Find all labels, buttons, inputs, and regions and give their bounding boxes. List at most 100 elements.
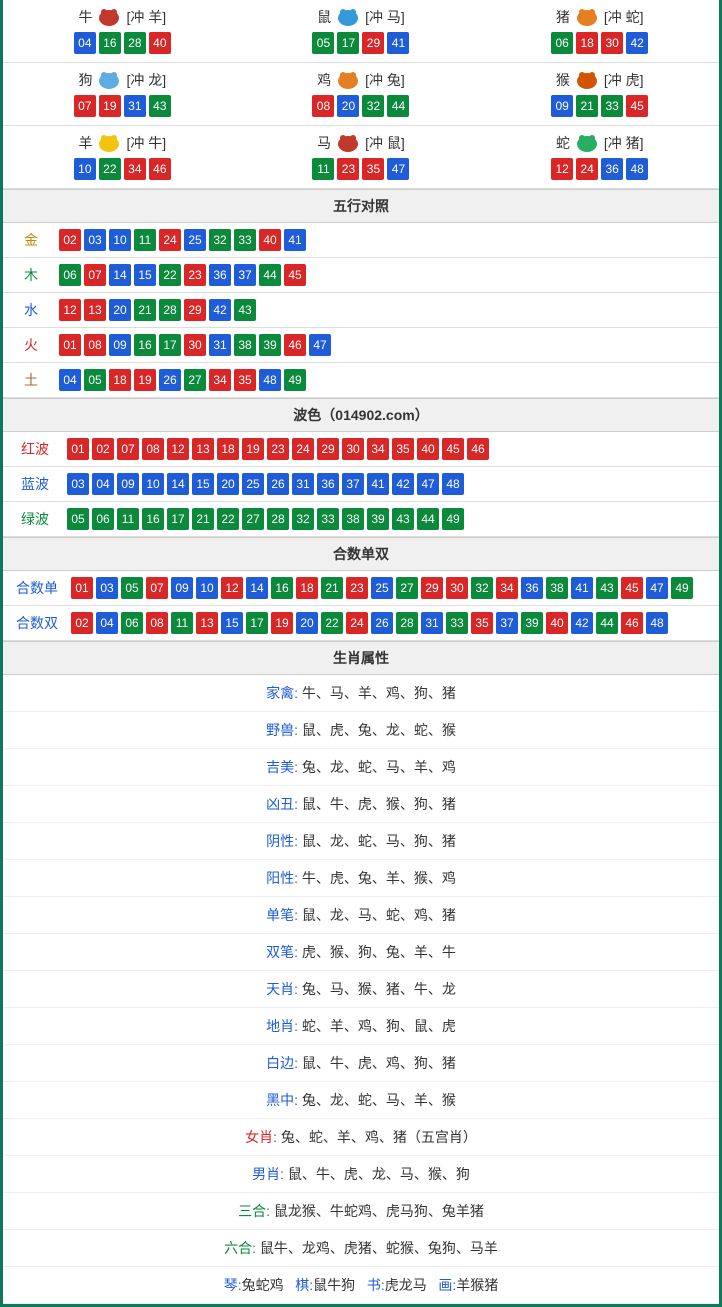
attr-text: 鼠牛狗 — [313, 1277, 367, 1293]
zodiac-name: 鼠 — [317, 7, 331, 27]
attr-label: 双笔: — [266, 944, 298, 960]
row-balls: 0108091617303138394647 — [59, 334, 331, 356]
number-ball: 12 — [167, 438, 189, 460]
number-ball: 28 — [159, 299, 181, 321]
number-ball: 22 — [321, 612, 343, 634]
number-ball: 09 — [171, 577, 193, 599]
number-ball: 46 — [467, 438, 489, 460]
number-ball: 44 — [596, 612, 618, 634]
number-ball: 07 — [84, 264, 106, 286]
zodiac-icon — [572, 6, 602, 28]
zodiac-balls: 06183042 — [484, 32, 715, 54]
zodiac-name: 马 — [317, 133, 331, 153]
number-ball: 41 — [571, 577, 593, 599]
number-ball: 49 — [442, 508, 464, 530]
number-ball: 13 — [192, 438, 214, 460]
number-ball: 17 — [159, 334, 181, 356]
attr-section: 家禽: 牛、马、羊、鸡、狗、猪野兽: 鼠、虎、兔、龙、蛇、猴吉美: 兔、龙、蛇、… — [3, 675, 719, 1304]
row-label: 土 — [11, 370, 51, 390]
zodiac-balls: 04162840 — [7, 32, 238, 54]
number-ball: 20 — [217, 473, 239, 495]
number-ball: 35 — [234, 369, 256, 391]
number-ball: 13 — [196, 612, 218, 634]
row-balls: 0102070812131819232429303435404546 — [67, 438, 489, 460]
row-label: 绿波 — [11, 509, 59, 529]
attr-text: 兔蛇鸡 — [242, 1277, 296, 1293]
number-ball: 42 — [209, 299, 231, 321]
number-ball: 40 — [417, 438, 439, 460]
zodiac-name: 猪 — [556, 7, 570, 27]
number-ball: 46 — [621, 612, 643, 634]
number-ball: 27 — [396, 577, 418, 599]
number-ball: 30 — [446, 577, 468, 599]
number-ball: 09 — [117, 473, 139, 495]
number-ball: 19 — [134, 369, 156, 391]
number-ball: 19 — [242, 438, 264, 460]
number-ball: 35 — [362, 158, 384, 180]
number-ball: 31 — [421, 612, 443, 634]
number-ball: 29 — [421, 577, 443, 599]
number-ball: 34 — [124, 158, 146, 180]
number-ball: 10 — [196, 577, 218, 599]
number-ball: 15 — [192, 473, 214, 495]
row-label: 木 — [11, 265, 51, 285]
zodiac-clash: [冲 马] — [365, 7, 405, 27]
attr-label: 单笔: — [266, 907, 298, 923]
number-ball: 06 — [121, 612, 143, 634]
number-ball: 32 — [471, 577, 493, 599]
number-ball: 19 — [99, 95, 121, 117]
number-ball: 04 — [74, 32, 96, 54]
number-ball: 22 — [217, 508, 239, 530]
number-ball: 32 — [362, 95, 384, 117]
number-ball: 34 — [367, 438, 389, 460]
number-ball: 02 — [71, 612, 93, 634]
number-ball: 17 — [337, 32, 359, 54]
number-ball: 27 — [242, 508, 264, 530]
zodiac-name: 牛 — [78, 7, 92, 27]
number-ball: 38 — [234, 334, 256, 356]
number-ball: 24 — [159, 229, 181, 251]
attr-text: 牛、虎、兔、羊、猴、鸡 — [298, 870, 456, 886]
row-label: 红波 — [11, 439, 59, 459]
number-ball: 33 — [601, 95, 623, 117]
attr-text: 鼠龙猴、牛蛇鸡、虎马狗、兔羊猪 — [270, 1203, 484, 1219]
attr-label: 家禽: — [266, 685, 298, 701]
number-ball: 29 — [317, 438, 339, 460]
number-ball: 12 — [59, 299, 81, 321]
data-row: 绿波 05061116172122272832333839434449 — [3, 502, 719, 537]
attr-label: 吉美: — [266, 759, 298, 775]
number-ball: 36 — [521, 577, 543, 599]
number-ball: 07 — [74, 95, 96, 117]
number-ball: 38 — [546, 577, 568, 599]
number-ball: 33 — [446, 612, 468, 634]
number-ball: 14 — [167, 473, 189, 495]
number-ball: 36 — [317, 473, 339, 495]
number-ball: 26 — [267, 473, 289, 495]
bose-section: 红波 0102070812131819232429303435404546蓝波 … — [3, 432, 719, 537]
number-ball: 11 — [312, 158, 334, 180]
attr-label: 黑中: — [266, 1092, 298, 1108]
number-ball: 08 — [84, 334, 106, 356]
data-row: 红波 0102070812131819232429303435404546 — [3, 432, 719, 467]
heshu-header: 合数单双 — [3, 537, 719, 571]
number-ball: 30 — [601, 32, 623, 54]
zodiac-cell: 马 [冲 鼠] 11233547 — [242, 126, 481, 189]
number-ball: 41 — [387, 32, 409, 54]
zodiac-icon — [94, 132, 124, 154]
attr-row: 单笔: 鼠、龙、马、蛇、鸡、猪 — [3, 897, 719, 934]
row-label: 合数单 — [11, 578, 63, 598]
number-ball: 33 — [317, 508, 339, 530]
attr-row: 白边: 鼠、牛、虎、鸡、狗、猪 — [3, 1045, 719, 1082]
number-ball: 29 — [184, 299, 206, 321]
number-ball: 48 — [442, 473, 464, 495]
attr-text: 虎龙马 — [385, 1277, 439, 1293]
attr-text: 鼠、牛、虎、猴、狗、猪 — [298, 796, 456, 812]
attr-text: 鼠、牛、虎、鸡、狗、猪 — [298, 1055, 456, 1071]
attr-text: 兔、蛇、羊、鸡、猪（五宫肖） — [277, 1129, 477, 1145]
attr-row: 野兽: 鼠、虎、兔、龙、蛇、猴 — [3, 712, 719, 749]
number-ball: 10 — [142, 473, 164, 495]
number-ball: 16 — [142, 508, 164, 530]
number-ball: 23 — [337, 158, 359, 180]
zodiac-icon — [94, 69, 124, 91]
number-ball: 49 — [671, 577, 693, 599]
